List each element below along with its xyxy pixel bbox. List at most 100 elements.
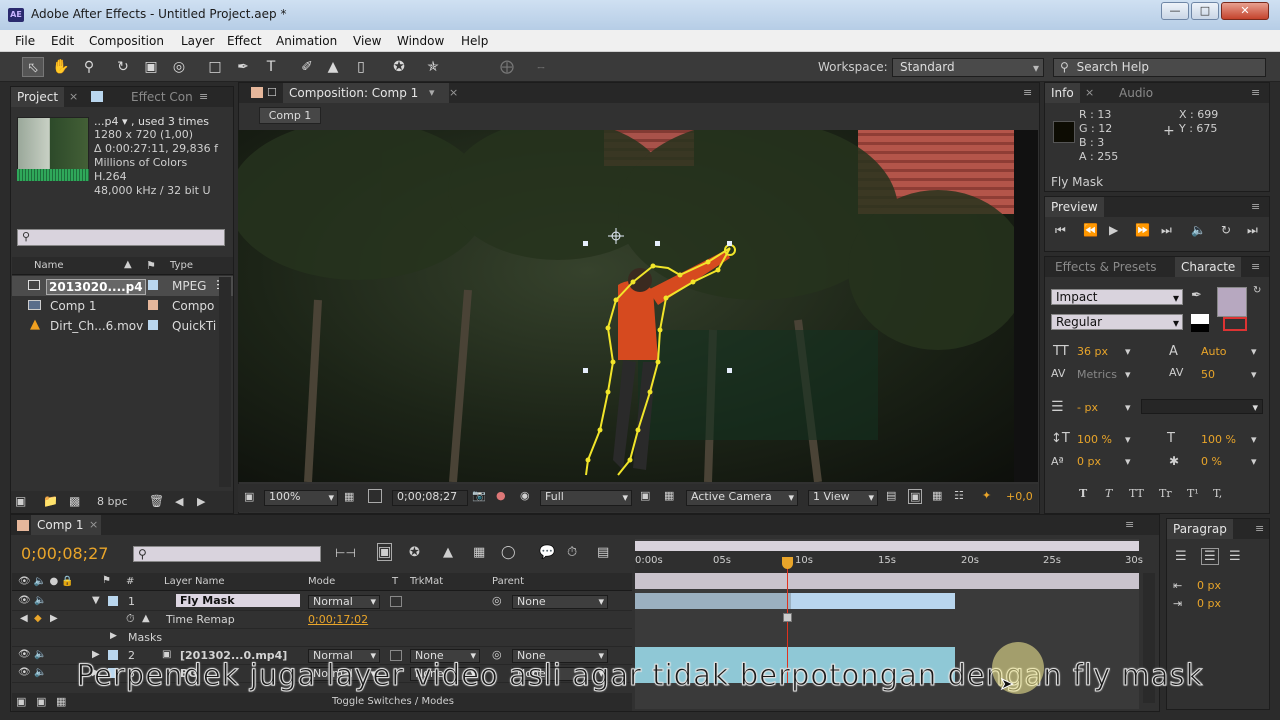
panel-menu-icon[interactable]: ≡ [1125, 518, 1134, 531]
flowchart-icon[interactable]: ☷ [954, 489, 964, 502]
faux-bold-button[interactable]: T [1079, 487, 1087, 500]
close-tab-icon[interactable]: × [89, 518, 98, 531]
toggle-pixel-aspect-icon[interactable]: ▤ [886, 489, 896, 502]
maximize-icon[interactable]: □ [1191, 2, 1219, 20]
column-t[interactable]: T [392, 576, 398, 587]
lock-icon[interactable]: ☐ [267, 86, 277, 99]
close-tab-icon[interactable]: × [1085, 86, 1094, 99]
small-caps-button[interactable]: Tr [1159, 487, 1172, 500]
show-snapshot-icon[interactable]: ● [496, 489, 506, 502]
tab-preview[interactable]: Preview [1045, 197, 1104, 217]
audio-icon[interactable]: 🔈 [1191, 223, 1206, 237]
current-time-display[interactable]: 0;00;08;27 [392, 490, 468, 506]
search-help-field[interactable]: ⚲ Search Help [1053, 58, 1266, 77]
motion-blur-icon[interactable]: ◯ [501, 545, 516, 560]
graph-icon[interactable]: ▲ [142, 613, 150, 624]
keyframe-nav-next-icon[interactable]: ▶ [50, 613, 58, 624]
tab-project[interactable]: Project [11, 87, 65, 107]
column-layer-name[interactable]: Layer Name [164, 576, 225, 587]
property-group-row[interactable]: ▶ Masks [12, 629, 632, 647]
video-eye-icon[interactable]: 👁 [18, 595, 31, 606]
brush-tool-icon[interactable]: ✐ [296, 57, 318, 77]
column-type[interactable]: Type [170, 260, 193, 271]
close-icon[interactable]: ✕ [1221, 2, 1269, 20]
project-item[interactable]: ▲ Dirt_Ch...6.mov QuickTi [12, 316, 233, 336]
subscript-button[interactable]: T, [1213, 487, 1222, 500]
timeline-icon[interactable]: ▦ [932, 489, 942, 502]
indent-first-line-value[interactable]: 0 px [1197, 597, 1221, 610]
preserve-transparency-checkbox[interactable] [390, 596, 402, 607]
previous-frame-icon[interactable]: ⏪ [1083, 223, 1098, 237]
tab-composition[interactable]: Composition: Comp 1 [283, 83, 449, 103]
camera-tool-icon[interactable]: ▣ [140, 57, 162, 77]
auto-keyframe-icon[interactable]: ⏱ [567, 545, 577, 560]
eyedropper-icon[interactable]: ✒ [1191, 288, 1202, 303]
all-caps-button[interactable]: TT [1129, 487, 1144, 500]
chevron-down-icon[interactable]: ▾ [1251, 455, 1257, 468]
menu-layer[interactable]: Layer [181, 34, 214, 48]
tab-effects-presets[interactable]: Effects & Presets [1049, 257, 1162, 277]
clone-stamp-tool-icon[interactable]: ▲ [322, 57, 344, 77]
vertical-scale-value[interactable]: 100 % [1077, 433, 1112, 446]
ram-preview-icon[interactable]: ⏭ [1247, 223, 1258, 238]
menu-animation[interactable]: Animation [276, 34, 337, 48]
panel-menu-icon[interactable]: ≡ [1251, 86, 1260, 99]
keyframe-marker[interactable] [783, 613, 792, 622]
font-family-select[interactable]: Impact ▾ [1051, 289, 1183, 305]
snapshot-camera-icon[interactable]: 📷 [472, 489, 486, 502]
timeline-current-time[interactable]: 0;00;08;27 [21, 544, 108, 563]
minimize-icon[interactable]: — [1161, 2, 1189, 20]
label-color-swatch[interactable] [108, 596, 118, 606]
comp-mini-flowchart-icon[interactable]: ⊢⊣ [335, 546, 356, 560]
title-safe-icon[interactable]: ▦ [344, 490, 354, 503]
keyframe-nav-prev-icon[interactable]: ◀ [20, 613, 28, 624]
workspace-select[interactable]: Standard ▾ [892, 58, 1044, 77]
expand-triangle-icon[interactable]: ▼ [92, 595, 100, 606]
stopwatch-icon[interactable]: ⏱ [126, 612, 135, 626]
next-frame-icon[interactable]: ⏩ [1135, 223, 1150, 237]
stroke-width-value[interactable]: - px [1077, 401, 1098, 414]
column-name[interactable]: Name [34, 260, 64, 271]
chevron-down-icon[interactable]: ▾ [1125, 368, 1131, 381]
comp-breadcrumb[interactable]: Comp 1 [259, 107, 321, 124]
chevron-down-icon[interactable]: ▾ [1125, 433, 1131, 446]
column-parent[interactable]: Parent [492, 576, 524, 587]
chevron-down-icon[interactable]: ▾ [1125, 345, 1131, 358]
frame-blending-icon[interactable]: ▦ [473, 545, 485, 560]
play-icon[interactable]: ▶ [1109, 223, 1118, 237]
column-trkmat[interactable]: TrkMat [410, 576, 443, 587]
black-swatch[interactable] [1191, 324, 1209, 332]
close-tab-icon[interactable]: × [449, 86, 458, 99]
project-search-input[interactable]: ⚲ [17, 229, 225, 246]
selection-tool-icon[interactable]: ⬁ [22, 57, 44, 77]
layer-duration-bar-selected[interactable] [791, 593, 955, 609]
menu-help[interactable]: Help [461, 34, 488, 48]
transparency-grid-icon[interactable]: ▦ [664, 489, 674, 502]
project-scrollbar[interactable] [219, 277, 231, 487]
view-layout-select[interactable]: 1 View ▾ [808, 490, 878, 506]
fill-color-swatch[interactable] [1217, 287, 1247, 317]
menu-edit[interactable]: Edit [51, 34, 74, 48]
bit-depth-label[interactable]: 8 bpc [97, 495, 128, 508]
axis-mode-icon[interactable]: ⨁ [496, 57, 518, 77]
rotation-tool-icon[interactable]: ↻ [112, 57, 134, 77]
hand-tool-icon[interactable]: ✋ [50, 57, 72, 77]
chevron-down-icon[interactable]: ▾ [1125, 455, 1131, 468]
exposure-value[interactable]: +0,0 [1006, 490, 1033, 503]
stroke-style-select[interactable]: ▾ [1141, 399, 1263, 414]
mask-visibility-icon[interactable] [368, 489, 382, 503]
faux-italic-button[interactable]: T [1105, 487, 1112, 500]
menu-window[interactable]: Window [397, 34, 444, 48]
menu-effect[interactable]: Effect [227, 34, 262, 48]
tab-info[interactable]: Info [1045, 83, 1080, 103]
work-area-bar[interactable] [635, 541, 1139, 551]
last-frame-icon[interactable]: ⏭ [1161, 223, 1172, 238]
always-preview-icon[interactable]: ▣ [244, 490, 254, 503]
chevron-down-icon[interactable]: ▾ [1251, 433, 1257, 446]
leading-value[interactable]: Auto [1201, 345, 1227, 358]
tab-paragraph[interactable]: Paragrap [1167, 519, 1233, 539]
snap-icon[interactable]: ⧿ [530, 57, 552, 77]
stroke-color-swatch[interactable] [1223, 317, 1247, 331]
layer-row[interactable]: 👁 🔈 ▼ 1 Fly Mask Normal ▾ ◎ None ▾ [12, 593, 632, 611]
chevron-down-icon[interactable]: ▾ [1125, 401, 1131, 414]
